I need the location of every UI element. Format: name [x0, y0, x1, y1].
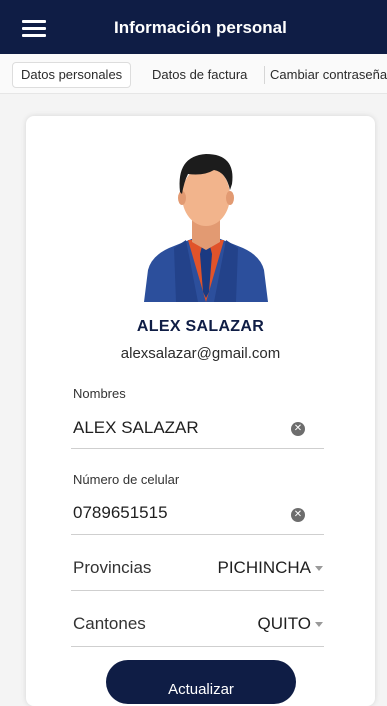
provincias-label: Provincias: [73, 558, 152, 577]
page-title: Información personal: [114, 18, 287, 37]
tab-bar: Datos personales Datos de factura Cambia…: [0, 54, 387, 94]
provincias-select[interactable]: PICHINCHA: [217, 558, 323, 578]
cantones-select[interactable]: QUITO: [257, 614, 323, 634]
tab-datos-de-factura[interactable]: Datos de factura: [144, 62, 255, 88]
profile-name: ALEX SALAZAR: [136, 318, 265, 335]
cantones-value: QUITO: [257, 614, 311, 633]
celular-underline: [71, 534, 324, 535]
chevron-down-icon: [315, 622, 323, 628]
app-header: Información personal: [0, 0, 387, 54]
celular-input[interactable]: [73, 502, 323, 524]
nombres-label: Nombres: [73, 386, 126, 401]
clear-nombres-icon[interactable]: ✕: [291, 422, 305, 436]
update-button[interactable]: Actualizar: [106, 660, 296, 704]
cantones-label: Cantones: [73, 614, 146, 633]
chevron-down-icon: [315, 566, 323, 572]
avatar: [144, 154, 268, 302]
tab-cambiar-contrasena[interactable]: Cambiar contraseña: [262, 62, 387, 88]
clear-celular-icon[interactable]: ✕: [291, 508, 305, 522]
nombres-underline: [71, 448, 324, 449]
celular-label: Número de celular: [73, 472, 180, 487]
cantones-underline: [71, 646, 324, 647]
tab-datos-personales[interactable]: Datos personales: [12, 62, 132, 88]
profile-card: ALEX SALAZAR alexsalazar@gmail.com Nombr…: [26, 116, 375, 706]
nombres-input[interactable]: [73, 417, 323, 439]
profile-email: alexsalazar@gmail.com: [120, 345, 281, 362]
hamburger-menu-icon[interactable]: [22, 20, 46, 38]
provincias-value: PICHINCHA: [217, 558, 311, 577]
provincias-underline: [71, 590, 324, 591]
